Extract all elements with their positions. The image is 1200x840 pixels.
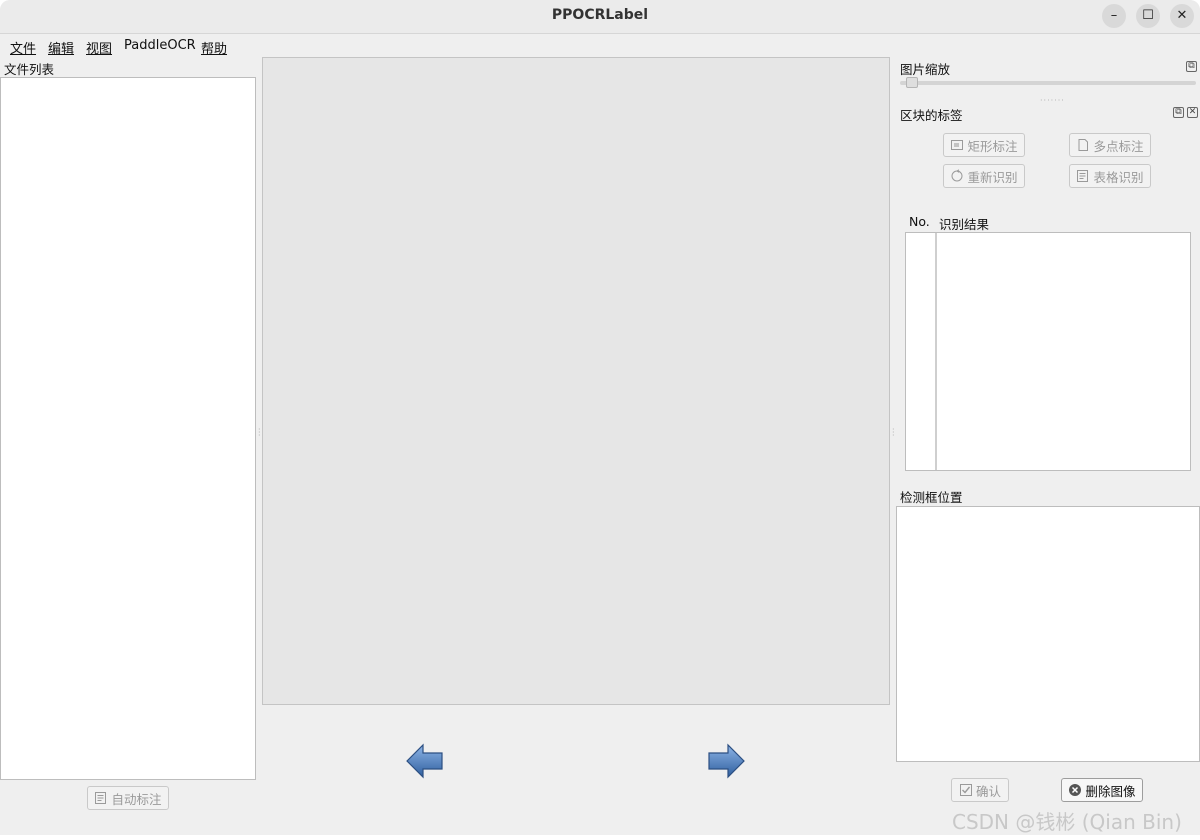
window-title: PPOCRLabel <box>551 7 649 23</box>
close-panel-icon[interactable]: ✕ <box>1187 107 1198 118</box>
menu-bar: 文件 编辑 视图 PaddleOCR 帮助 <box>0 35 1200 57</box>
poly-label-button-label: 多点标注 <box>1093 138 1144 154</box>
prev-image-button[interactable] <box>405 742 445 780</box>
rect-label-button-label: 矩形标注 <box>967 138 1018 154</box>
refresh-icon <box>951 169 963 182</box>
delete-image-button[interactable]: 删除图像 <box>1061 778 1143 802</box>
checkbox-icon <box>959 784 972 796</box>
rerecognize-button-label: 重新识别 <box>967 169 1018 185</box>
confirm-button[interactable]: 确认 <box>951 778 1009 802</box>
zoom-slider-handle[interactable] <box>905 77 918 88</box>
file-list-title: 文件列表 <box>4 62 55 77</box>
menu-view-label: 视图 <box>86 42 113 57</box>
right-splitter-handle[interactable]: · · · <box>892 426 895 440</box>
watermark-text: CSDN @钱彬 (Qian Bin) <box>952 810 1182 834</box>
rectangle-icon <box>951 140 964 150</box>
menu-help[interactable]: 帮助 <box>201 38 227 57</box>
menu-view[interactable]: 视图 <box>86 38 112 57</box>
result-col-no-header: No. <box>909 214 930 229</box>
menu-file-label: 文件 <box>10 42 37 57</box>
delete-icon <box>1069 784 1082 796</box>
float-panel-icon[interactable]: ⧉ <box>1173 107 1184 118</box>
bbox-panel-title: 检测框位置 <box>900 490 963 505</box>
zoom-panel-title: 图片缩放 <box>900 62 951 77</box>
table-recognize-button[interactable]: 表格识别 <box>1069 164 1151 188</box>
result-col-text-header: 识别结果 <box>939 217 990 232</box>
auto-label-button[interactable]: 自动标注 <box>87 786 169 810</box>
confirm-button-label: 确认 <box>975 783 1001 799</box>
maximize-button[interactable]: ☐ <box>1136 4 1160 28</box>
document-icon <box>1078 139 1089 151</box>
table-recognize-button-label: 表格识别 <box>1093 169 1144 185</box>
column-divider <box>935 233 937 470</box>
menu-paddleocr-label: PaddleOCR <box>124 38 196 53</box>
rerecognize-button[interactable]: 重新识别 <box>943 164 1025 188</box>
next-image-button[interactable] <box>706 742 746 780</box>
zoom-slider-track[interactable] <box>900 81 1196 85</box>
delete-image-button-label: 删除图像 <box>1085 783 1136 799</box>
file-list[interactable] <box>0 77 256 780</box>
auto-label-button-label: 自动标注 <box>111 791 162 807</box>
bbox-position-list[interactable] <box>896 506 1200 762</box>
app-window: PPOCRLabel – ☐ ✕ 文件 编辑 视图 PaddleOCR 帮助 文… <box>0 0 1200 835</box>
block-panel-title: 区块的标签 <box>900 108 963 123</box>
poly-label-button[interactable]: 多点标注 <box>1069 133 1151 157</box>
table-icon <box>1077 170 1089 182</box>
left-splitter-handle[interactable]: · · · <box>258 426 261 440</box>
menu-edit[interactable]: 编辑 <box>48 38 74 57</box>
float-panel-icon[interactable]: ⧉ <box>1186 61 1197 72</box>
title-bar: PPOCRLabel – ☐ ✕ <box>0 0 1200 34</box>
auto-label-icon <box>95 792 107 804</box>
menu-edit-label: 编辑 <box>48 42 75 57</box>
image-canvas[interactable] <box>262 57 890 705</box>
close-button[interactable]: ✕ <box>1170 4 1194 28</box>
menu-file[interactable]: 文件 <box>10 38 36 57</box>
rect-label-button[interactable]: 矩形标注 <box>943 133 1025 157</box>
menu-paddleocr[interactable]: PaddleOCR <box>124 38 196 53</box>
dock-grip[interactable]: ······· <box>1040 96 1065 105</box>
menu-help-label: 帮助 <box>201 42 228 57</box>
recognition-result-list[interactable] <box>905 232 1191 471</box>
minimize-button[interactable]: – <box>1102 4 1126 28</box>
